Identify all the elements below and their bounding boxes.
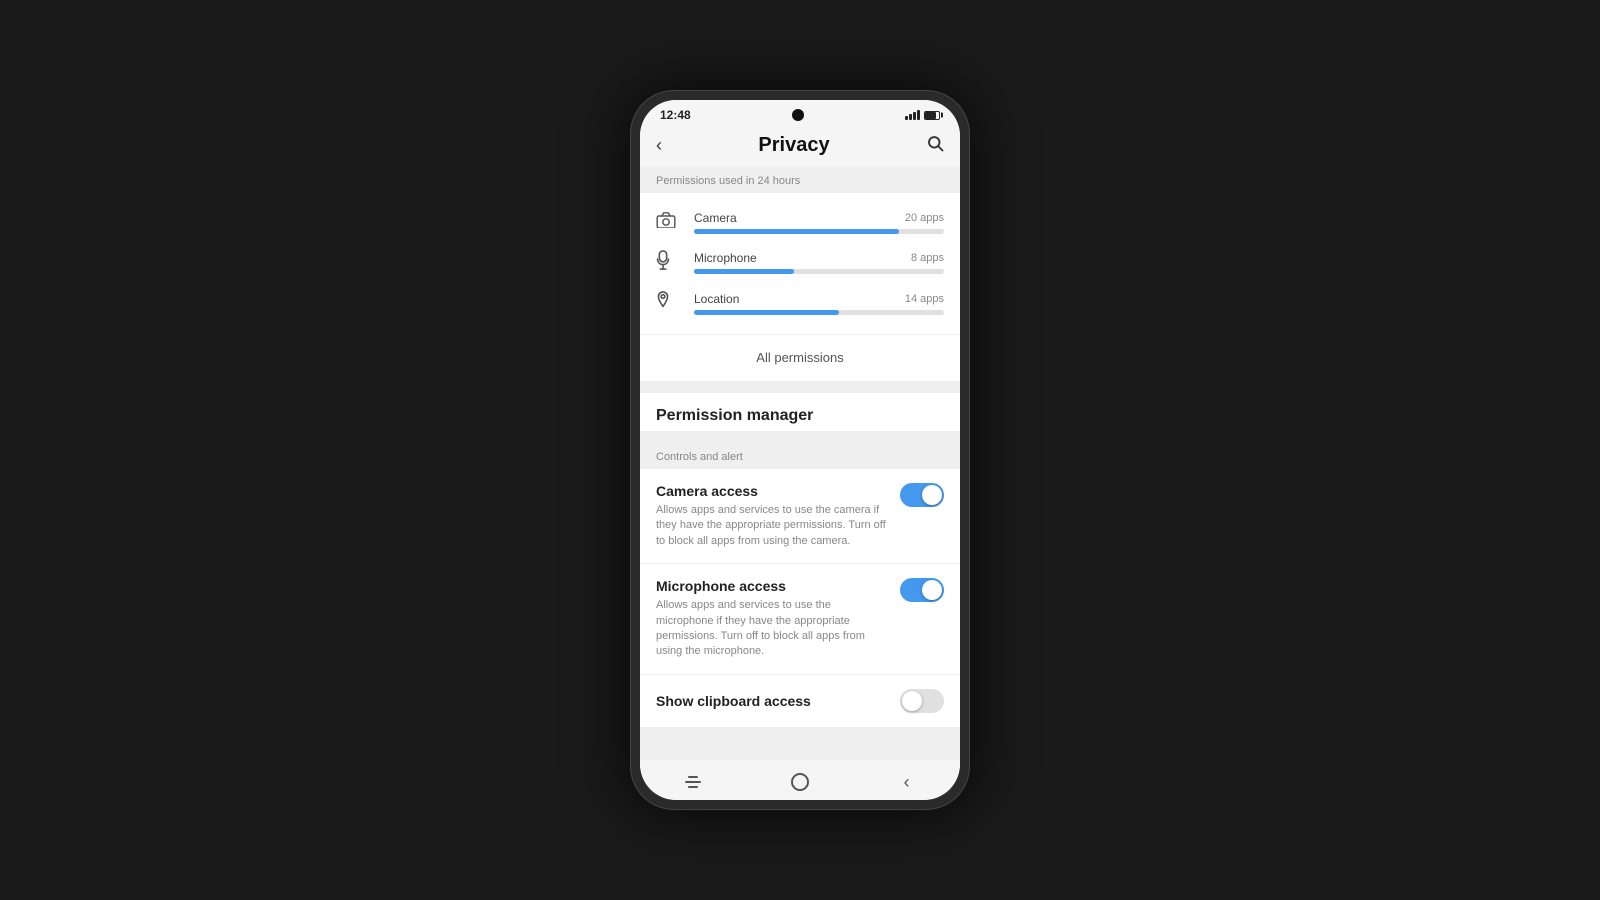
camera-bar-bg xyxy=(694,229,944,234)
section-gap-1 xyxy=(640,381,960,393)
microphone-bar-bg xyxy=(694,269,944,274)
microphone-access-toggle[interactable] xyxy=(900,578,944,602)
clipboard-access-toggle[interactable] xyxy=(900,689,944,713)
clipboard-access-title: Show clipboard access xyxy=(656,693,811,709)
nav-home-icon xyxy=(791,773,809,791)
location-bar-fill xyxy=(694,310,839,315)
nav-recents-icon xyxy=(685,776,701,788)
permissions-section-label: Permissions used in 24 hours xyxy=(640,167,960,193)
camera-access-title: Camera access xyxy=(656,483,888,499)
location-perm-name: Location xyxy=(694,292,739,306)
camera-perm-count: 20 apps xyxy=(905,212,944,224)
microphone-bar-fill xyxy=(694,269,794,274)
nav-back-button[interactable]: ‹ xyxy=(887,770,927,794)
camera-access-item[interactable]: Camera access Allows apps and services t… xyxy=(640,469,960,564)
camera-permission-row[interactable]: Camera 20 apps xyxy=(656,203,944,242)
clipboard-access-item[interactable]: Show clipboard access xyxy=(640,675,960,727)
camera-notch xyxy=(792,109,804,121)
nav-home-button[interactable] xyxy=(780,770,820,794)
camera-perm-name: Camera xyxy=(694,211,737,225)
microphone-toggle-knob xyxy=(922,580,942,600)
nav-recents-button[interactable] xyxy=(673,770,713,794)
camera-permission-details: Camera 20 apps xyxy=(686,211,944,234)
controls-label: Controls and alert xyxy=(640,443,960,469)
microphone-access-desc: Allows apps and services to use the micr… xyxy=(656,598,888,660)
all-permissions-button[interactable]: All permissions xyxy=(640,335,960,381)
camera-access-toggle[interactable] xyxy=(900,483,944,507)
microphone-perm-count: 8 apps xyxy=(911,252,944,264)
microphone-access-item[interactable]: Microphone access Allows apps and servic… xyxy=(640,564,960,675)
permission-manager-heading: Permission manager xyxy=(640,393,960,431)
page-title: Privacy xyxy=(758,134,829,157)
microphone-access-info: Microphone access Allows apps and servic… xyxy=(656,578,900,660)
app-header: ‹ Privacy xyxy=(640,126,960,167)
location-perm-count: 14 apps xyxy=(905,293,944,305)
status-icons xyxy=(905,110,940,120)
microphone-perm-name: Microphone xyxy=(694,251,757,265)
battery-icon xyxy=(924,111,940,120)
camera-bar-fill xyxy=(694,229,899,234)
clipboard-toggle-knob xyxy=(902,691,922,711)
back-button[interactable]: ‹ xyxy=(656,135,662,156)
signal-icon xyxy=(905,110,920,120)
camera-access-info: Camera access Allows apps and services t… xyxy=(656,483,900,549)
location-icon xyxy=(656,291,686,316)
phone-frame: 12:48 ‹ Privacy xyxy=(630,90,970,810)
location-bar-bg xyxy=(694,310,944,315)
content-area: Permissions used in 24 hours Camera xyxy=(640,167,960,760)
phone-screen: 12:48 ‹ Privacy xyxy=(640,100,960,800)
camera-toggle-knob xyxy=(922,485,942,505)
microphone-icon xyxy=(656,250,686,275)
status-bar: 12:48 xyxy=(640,100,960,126)
camera-access-desc: Allows apps and services to use the came… xyxy=(656,503,888,549)
all-permissions-label: All permissions xyxy=(756,350,843,365)
microphone-access-title: Microphone access xyxy=(656,578,888,594)
status-time: 12:48 xyxy=(660,108,691,122)
microphone-permission-details: Microphone 8 apps xyxy=(686,251,944,274)
location-permission-details: Location 14 apps xyxy=(686,292,944,315)
search-button[interactable] xyxy=(926,134,944,157)
camera-icon xyxy=(656,212,686,233)
nav-back-icon: ‹ xyxy=(904,772,910,793)
section-gap-2 xyxy=(640,431,960,443)
permissions-card: Camera 20 apps xyxy=(640,193,960,334)
microphone-permission-row[interactable]: Microphone 8 apps xyxy=(656,242,944,283)
navigation-bar: ‹ xyxy=(640,760,960,800)
location-permission-row[interactable]: Location 14 apps xyxy=(656,283,944,324)
